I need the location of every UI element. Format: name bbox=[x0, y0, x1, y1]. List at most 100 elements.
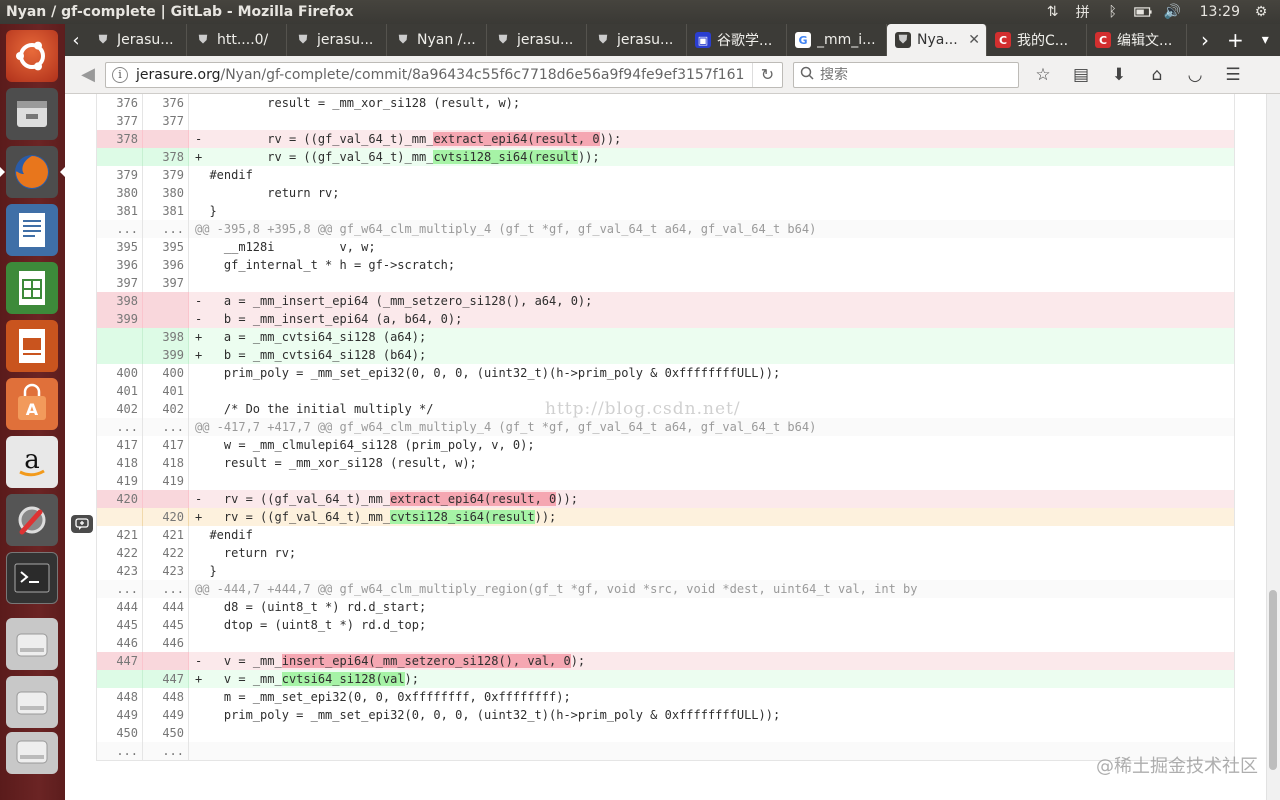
new-line-number[interactable]: 395 bbox=[143, 238, 189, 256]
volume-icon[interactable]: 🔊 bbox=[1164, 3, 1182, 21]
new-line-number[interactable]: 421 bbox=[143, 526, 189, 544]
new-line-number[interactable]: ... bbox=[143, 742, 189, 760]
new-line-number[interactable]: 418 bbox=[143, 454, 189, 472]
browser-tab[interactable]: ⛊ Jerasu... bbox=[87, 24, 187, 56]
new-line-number[interactable]: 380 bbox=[143, 184, 189, 202]
new-line-number[interactable] bbox=[143, 310, 189, 328]
browser-tab[interactable]: ⛊ jerasu... bbox=[487, 24, 587, 56]
new-line-number[interactable]: 448 bbox=[143, 688, 189, 706]
old-line-number[interactable]: 450 bbox=[97, 724, 143, 742]
pocket-icon[interactable]: ◡ bbox=[1185, 65, 1205, 85]
old-line-number[interactable]: 398 bbox=[97, 292, 143, 310]
software-center-launcher[interactable]: A bbox=[6, 378, 58, 430]
all-tabs-dropdown-icon[interactable]: ▾ bbox=[1262, 32, 1269, 48]
menu-icon[interactable]: ☰ bbox=[1223, 65, 1243, 85]
bookmark-star-icon[interactable]: ☆ bbox=[1033, 65, 1053, 85]
terminal-launcher[interactable] bbox=[6, 552, 58, 604]
new-line-number[interactable]: 402 bbox=[143, 400, 189, 418]
old-line-number[interactable]: 399 bbox=[97, 310, 143, 328]
old-line-number[interactable]: 419 bbox=[97, 472, 143, 490]
impress-launcher[interactable] bbox=[6, 320, 58, 372]
new-line-number[interactable]: 446 bbox=[143, 634, 189, 652]
old-line-number[interactable]: ... bbox=[97, 418, 143, 436]
tab-scroll-right-button[interactable]: › bbox=[1201, 28, 1209, 52]
old-line-number[interactable]: 448 bbox=[97, 688, 143, 706]
old-line-number[interactable]: 449 bbox=[97, 706, 143, 724]
old-line-number[interactable]: 423 bbox=[97, 562, 143, 580]
firefox-launcher[interactable] bbox=[0, 146, 65, 198]
old-line-number[interactable]: 378 bbox=[97, 130, 143, 148]
new-line-number[interactable]: 401 bbox=[143, 382, 189, 400]
files-launcher[interactable] bbox=[6, 88, 58, 140]
close-tab-icon[interactable]: ✕ bbox=[968, 32, 980, 48]
new-line-number[interactable]: 381 bbox=[143, 202, 189, 220]
reload-icon[interactable]: ↻ bbox=[752, 62, 782, 87]
writer-launcher[interactable] bbox=[6, 204, 58, 256]
battery-icon[interactable] bbox=[1133, 3, 1152, 21]
old-line-number[interactable]: 418 bbox=[97, 454, 143, 472]
new-line-number[interactable]: 400 bbox=[143, 364, 189, 382]
old-line-number[interactable]: 381 bbox=[97, 202, 143, 220]
reading-list-icon[interactable]: ▤ bbox=[1071, 65, 1091, 85]
old-line-number[interactable]: 420 bbox=[97, 490, 143, 508]
system-settings-launcher[interactable] bbox=[6, 494, 58, 546]
dash-home-button[interactable] bbox=[6, 30, 58, 82]
browser-tab[interactable]: C 编辑文... bbox=[1087, 24, 1187, 56]
new-line-number[interactable] bbox=[143, 292, 189, 310]
input-method-icon[interactable]: 拼 bbox=[1074, 3, 1092, 21]
old-line-number[interactable]: 444 bbox=[97, 598, 143, 616]
browser-tab[interactable]: G _mm_i... bbox=[787, 24, 887, 56]
new-line-number[interactable]: 420 bbox=[143, 508, 189, 526]
browser-tab[interactable]: ⛊ Nya... ✕ bbox=[887, 24, 987, 56]
old-line-number[interactable]: 446 bbox=[97, 634, 143, 652]
browser-tab[interactable]: ⛊ jerasu... bbox=[587, 24, 687, 56]
search-input[interactable] bbox=[820, 66, 1000, 83]
new-line-number[interactable]: ... bbox=[143, 580, 189, 598]
old-line-number[interactable]: 417 bbox=[97, 436, 143, 454]
downloads-icon[interactable]: ⬇ bbox=[1109, 65, 1129, 85]
drive-launcher-2[interactable] bbox=[6, 676, 58, 728]
browser-tab[interactable]: C 我的C... bbox=[987, 24, 1087, 56]
new-line-number[interactable]: 399 bbox=[143, 346, 189, 364]
calc-launcher[interactable] bbox=[6, 262, 58, 314]
bluetooth-icon[interactable]: ᛒ bbox=[1104, 3, 1122, 21]
new-line-number[interactable]: 422 bbox=[143, 544, 189, 562]
browser-tab[interactable]: ⛊ htt....0/ bbox=[187, 24, 287, 56]
home-icon[interactable]: ⌂ bbox=[1147, 65, 1167, 85]
network-icon[interactable]: ⇅ bbox=[1044, 3, 1062, 21]
drive-launcher-1[interactable] bbox=[6, 618, 58, 670]
new-line-number[interactable]: 377 bbox=[143, 112, 189, 130]
old-line-number[interactable] bbox=[97, 670, 143, 688]
amazon-launcher[interactable]: a bbox=[6, 436, 58, 488]
old-line-number[interactable]: 379 bbox=[97, 166, 143, 184]
new-line-number[interactable]: 397 bbox=[143, 274, 189, 292]
new-line-number[interactable] bbox=[143, 130, 189, 148]
old-line-number[interactable]: 402 bbox=[97, 400, 143, 418]
old-line-number[interactable]: 445 bbox=[97, 616, 143, 634]
page-scrollbar[interactable] bbox=[1266, 94, 1280, 800]
search-bar[interactable] bbox=[793, 61, 1019, 88]
new-line-number[interactable]: 447 bbox=[143, 670, 189, 688]
new-line-number[interactable]: 419 bbox=[143, 472, 189, 490]
add-comment-icon[interactable] bbox=[71, 515, 93, 533]
new-line-number[interactable]: ... bbox=[143, 220, 189, 238]
new-line-number[interactable]: 444 bbox=[143, 598, 189, 616]
power-gear-icon[interactable]: ⚙ bbox=[1252, 3, 1270, 21]
old-line-number[interactable]: 376 bbox=[97, 94, 143, 112]
new-line-number[interactable] bbox=[143, 490, 189, 508]
new-line-number[interactable]: 378 bbox=[143, 148, 189, 166]
old-line-number[interactable]: 421 bbox=[97, 526, 143, 544]
new-line-number[interactable]: 396 bbox=[143, 256, 189, 274]
old-line-number[interactable]: ... bbox=[97, 580, 143, 598]
old-line-number[interactable]: ... bbox=[97, 742, 143, 760]
new-line-number[interactable]: 398 bbox=[143, 328, 189, 346]
clock[interactable]: 13:29 bbox=[1200, 4, 1240, 20]
new-line-number[interactable]: 423 bbox=[143, 562, 189, 580]
new-tab-button[interactable]: + bbox=[1227, 28, 1244, 52]
old-line-number[interactable]: 396 bbox=[97, 256, 143, 274]
old-line-number[interactable] bbox=[97, 328, 143, 346]
old-line-number[interactable]: 380 bbox=[97, 184, 143, 202]
new-line-number[interactable]: 376 bbox=[143, 94, 189, 112]
browser-tab[interactable]: ▣ 谷歌学... bbox=[687, 24, 787, 56]
old-line-number[interactable]: 395 bbox=[97, 238, 143, 256]
